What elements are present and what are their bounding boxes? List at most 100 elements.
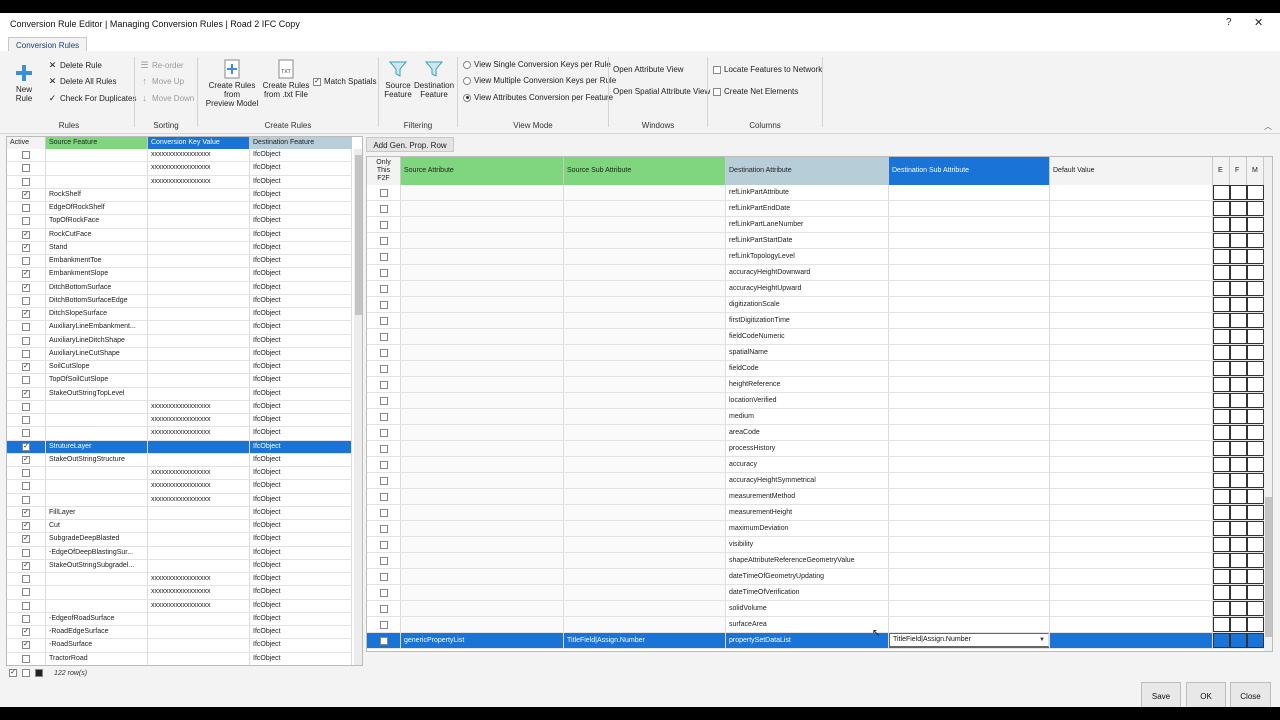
destination-feature-cell[interactable]: IfcObject — [250, 387, 352, 400]
source-feature-cell[interactable] — [46, 573, 148, 586]
destination-feature-cell[interactable]: IfcObject — [250, 599, 352, 612]
destination-sub-attribute-cell[interactable] — [889, 521, 1050, 536]
source-attribute-cell[interactable]: genericPropertyList — [401, 633, 564, 648]
only-this-f2f-checkbox[interactable] — [367, 409, 401, 424]
ok-button[interactable]: OK — [1186, 682, 1226, 707]
active-checkbox[interactable]: ✓ — [7, 506, 46, 519]
only-this-f2f-checkbox[interactable] — [367, 489, 401, 504]
conversion-key-cell[interactable]: xxxxxxxxxxxxxxxxx — [148, 573, 250, 586]
left-scrollbar[interactable] — [354, 149, 362, 665]
destination-sub-attribute-cell[interactable] — [889, 297, 1050, 312]
destination-attribute-cell[interactable]: solidVolume — [726, 601, 889, 616]
table-row[interactable]: ✓ SubgradeDeepBlasted IfcObject — [7, 533, 352, 547]
default-value-cell[interactable] — [1050, 377, 1213, 392]
source-feature-cell[interactable]: EmbankmentToe — [46, 255, 148, 268]
f-cell[interactable] — [1230, 265, 1247, 280]
checkbox-icon[interactable] — [379, 589, 388, 597]
source-feature-cell[interactable] — [46, 162, 148, 175]
source-sub-attribute-cell[interactable] — [564, 489, 726, 504]
view-multiple-radio[interactable]: View Multiple Conversion Keys per Rule — [463, 76, 616, 85]
toggle-checkbox[interactable] — [35, 669, 43, 677]
m-cell[interactable] — [1247, 425, 1264, 440]
col-destination-sub-attribute[interactable]: Destination Sub Attribute — [889, 157, 1050, 185]
table-row[interactable]: DitchBottomSurfaceEdge IfcObject — [7, 294, 352, 308]
checkbox-icon[interactable] — [379, 541, 388, 549]
conversion-key-cell[interactable] — [148, 347, 250, 360]
checkbox-icon[interactable] — [22, 588, 30, 597]
attribute-row[interactable]: spatialName — [367, 345, 1264, 361]
conversion-key-cell[interactable] — [148, 506, 250, 519]
checkbox-icon[interactable] — [379, 317, 388, 325]
e-cell[interactable] — [1213, 233, 1230, 248]
destination-feature-cell[interactable]: IfcObject — [250, 586, 352, 599]
default-value-cell[interactable] — [1050, 249, 1213, 264]
e-cell[interactable] — [1213, 361, 1230, 376]
destination-sub-attribute-cell[interactable] — [889, 217, 1050, 232]
only-this-f2f-checkbox[interactable] — [367, 249, 401, 264]
m-cell[interactable] — [1247, 265, 1264, 280]
checkbox-icon[interactable] — [22, 469, 30, 477]
source-attribute-cell[interactable] — [401, 361, 564, 376]
default-value-cell[interactable] — [1050, 601, 1213, 616]
conversion-key-cell[interactable] — [148, 228, 250, 241]
checkbox-icon[interactable] — [379, 365, 388, 373]
checkbox-icon[interactable] — [379, 509, 388, 517]
active-checkbox[interactable]: ✓ — [7, 559, 46, 572]
conversion-key-cell[interactable] — [148, 361, 250, 374]
active-checkbox[interactable] — [7, 347, 46, 360]
destination-attribute-cell[interactable]: measurementMethod — [726, 489, 889, 504]
checkbox-icon[interactable] — [379, 429, 388, 437]
source-attribute-cell[interactable] — [401, 585, 564, 600]
destination-sub-attribute-cell[interactable] — [889, 505, 1050, 520]
conversion-key-cell[interactable] — [148, 639, 250, 652]
active-checkbox[interactable]: ✓ — [7, 188, 46, 201]
m-cell[interactable] — [1247, 249, 1264, 264]
table-row[interactable]: ✓ -RoadEdgeSurface IfcObject — [7, 626, 352, 640]
destination-attribute-cell[interactable]: accuracyHeightDownward — [726, 265, 889, 280]
m-cell[interactable] — [1247, 377, 1264, 392]
active-checkbox[interactable] — [7, 427, 46, 440]
m-cell[interactable] — [1247, 601, 1264, 616]
destination-sub-attribute-cell[interactable] — [889, 313, 1050, 328]
source-feature-cell[interactable] — [46, 400, 148, 413]
table-row[interactable]: xxxxxxxxxxxxxxxxx IfcObject — [7, 175, 352, 189]
default-value-cell[interactable] — [1050, 505, 1213, 520]
collapse-ribbon-icon[interactable]: ︿ — [1264, 121, 1272, 132]
m-cell[interactable] — [1247, 633, 1264, 648]
destination-feature-cell[interactable]: IfcObject — [250, 308, 352, 321]
checkbox-icon[interactable]: ✓ — [22, 535, 30, 544]
destination-feature-cell[interactable]: IfcObject — [250, 467, 352, 480]
active-checkbox[interactable]: ✓ — [7, 453, 46, 466]
checkbox-icon[interactable] — [22, 257, 30, 265]
f-cell[interactable] — [1230, 537, 1247, 552]
active-checkbox[interactable] — [7, 149, 46, 162]
attribute-row[interactable]: dateTimeOfVerification — [367, 585, 1264, 601]
table-row[interactable]: EmbankmentToe IfcObject — [7, 255, 352, 269]
default-value-cell[interactable] — [1050, 537, 1213, 552]
attribute-row[interactable]: areaCode — [367, 425, 1264, 441]
delete-rule-button[interactable]: ✕ Delete Rule — [48, 60, 102, 71]
destination-feature-cell[interactable]: IfcObject — [250, 361, 352, 374]
scroll-thumb[interactable] — [355, 155, 362, 315]
e-cell[interactable] — [1213, 217, 1230, 232]
destination-feature-cell[interactable]: IfcObject — [250, 294, 352, 307]
active-checkbox[interactable]: ✓ — [7, 533, 46, 546]
active-checkbox[interactable]: ✓ — [7, 228, 46, 241]
source-attribute-cell[interactable] — [401, 409, 564, 424]
e-cell[interactable] — [1213, 425, 1230, 440]
e-cell[interactable] — [1213, 313, 1230, 328]
conversion-key-cell[interactable] — [148, 559, 250, 572]
only-this-f2f-checkbox[interactable] — [367, 377, 401, 392]
m-cell[interactable] — [1247, 281, 1264, 296]
destination-feature-cell[interactable]: IfcObject — [250, 612, 352, 625]
create-rules-from-txt-button[interactable]: TXT Create Rules from .txt File — [261, 59, 311, 99]
destination-feature-cell[interactable]: IfcObject — [250, 215, 352, 228]
e-cell[interactable] — [1213, 521, 1230, 536]
source-attribute-cell[interactable] — [401, 329, 564, 344]
destination-sub-attribute-cell[interactable] — [889, 377, 1050, 392]
open-attribute-view-button[interactable]: Open Attribute View — [613, 65, 684, 74]
only-this-f2f-checkbox[interactable] — [367, 281, 401, 296]
m-cell[interactable] — [1247, 313, 1264, 328]
source-feature-cell[interactable]: RockShelf — [46, 188, 148, 201]
source-attribute-cell[interactable] — [401, 441, 564, 456]
